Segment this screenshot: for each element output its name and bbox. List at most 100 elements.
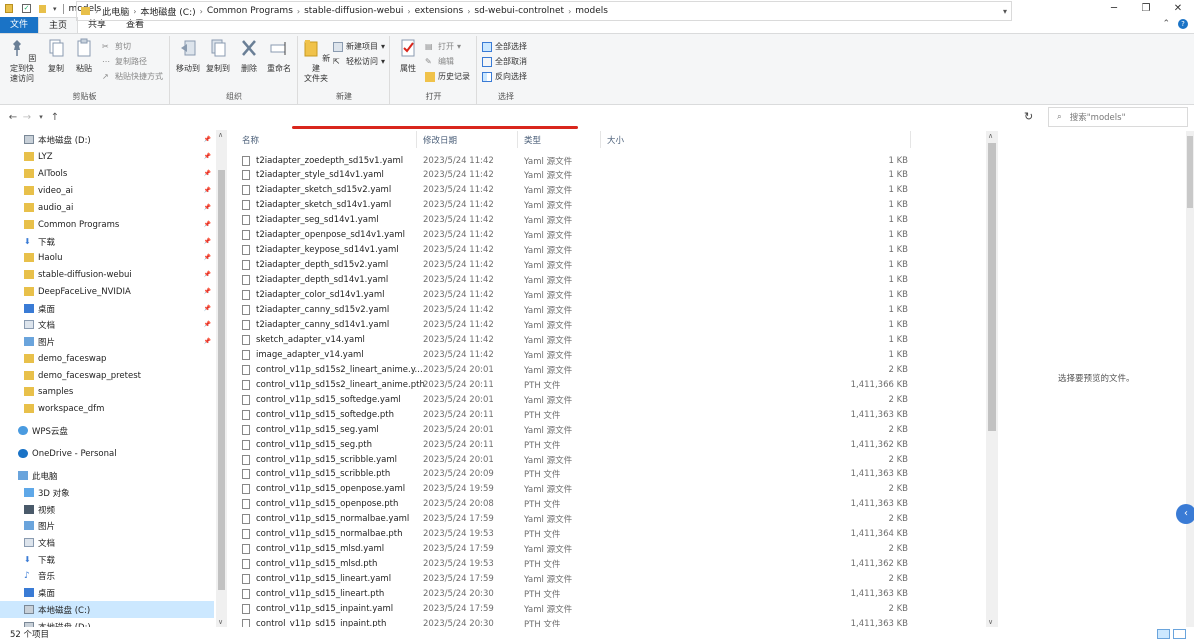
- nav-item[interactable]: OneDrive - Personal: [0, 445, 214, 462]
- move-to-button[interactable]: 移动到: [174, 38, 202, 74]
- select-none-button[interactable]: 全部取消: [482, 56, 527, 67]
- paste-button[interactable]: 粘贴: [72, 38, 96, 74]
- preview-scrollbar[interactable]: [1186, 131, 1194, 627]
- quick-access-dropdown-icon[interactable]: ▾: [53, 5, 57, 13]
- nav-item[interactable]: demo_faceswap_pretest: [0, 367, 214, 384]
- new-folder-quick-icon[interactable]: [39, 4, 46, 13]
- file-row[interactable]: control_v11p_sd15_inpaint.yaml 2023/5/24 …: [228, 602, 986, 617]
- file-row[interactable]: control_v11p_sd15s2_lineart_anime.y... 20…: [228, 362, 986, 377]
- address-history-chevron-icon[interactable]: ▾: [1003, 7, 1007, 16]
- preview-scrollbar-thumb[interactable]: [1187, 136, 1193, 208]
- column-divider[interactable]: [416, 131, 417, 148]
- column-divider[interactable]: [600, 131, 601, 148]
- nav-item[interactable]: AITools 📌: [0, 165, 214, 182]
- nav-item[interactable]: audio_ai 📌: [0, 199, 214, 216]
- address-bar[interactable]: › 此电脑 › 本地磁盘 (C:) › Common Programs › st…: [76, 1, 1012, 21]
- file-row[interactable]: control_v11p_sd15_lineart.yaml 2023/5/24 …: [228, 572, 986, 587]
- file-row[interactable]: control_v11p_sd15_softedge.pth 2023/5/24 …: [228, 407, 986, 422]
- nav-item[interactable]: Haolu 📌: [0, 249, 214, 266]
- file-row[interactable]: control_v11p_sd15_mlsd.yaml 2023/5/24 17:…: [228, 542, 986, 557]
- nav-item[interactable]: demo_faceswap: [0, 350, 214, 367]
- select-all-button[interactable]: 全部选择: [482, 41, 527, 52]
- column-divider[interactable]: [910, 131, 911, 148]
- file-list-scrollbar[interactable]: ∧ ∨: [986, 131, 998, 627]
- nav-item[interactable]: workspace_dfm: [0, 400, 214, 417]
- nav-scrollbar[interactable]: ∧ ∨: [216, 130, 227, 627]
- file-row[interactable]: control_v11p_sd15_seg.yaml 2023/5/24 20:0…: [228, 422, 986, 437]
- details-view-icon[interactable]: [1157, 629, 1170, 639]
- nav-item[interactable]: 图片 📌: [0, 333, 214, 350]
- breadcrumb-stable-diffusion-webui[interactable]: stable-diffusion-webui: [304, 6, 403, 16]
- new-item-button[interactable]: 新建项目 ▾: [333, 41, 385, 52]
- help-icon[interactable]: ?: [1178, 19, 1188, 29]
- file-row[interactable]: t2iadapter_color_sd14v1.yaml 2023/5/24 11…: [228, 288, 986, 303]
- recent-locations-button[interactable]: ▾: [34, 113, 48, 121]
- file-list-scrollbar-thumb[interactable]: [988, 143, 996, 431]
- file-row[interactable]: t2iadapter_keypose_sd14v1.yaml 2023/5/24 …: [228, 243, 986, 258]
- history-button[interactable]: 历史记录: [425, 71, 470, 82]
- large-icons-view-icon[interactable]: [1173, 629, 1186, 639]
- nav-item[interactable]: ⬇ 下载: [0, 551, 214, 568]
- scroll-up-icon[interactable]: ∧: [218, 131, 223, 139]
- maximize-button[interactable]: ❐: [1130, 0, 1162, 17]
- nav-item[interactable]: 视频: [0, 501, 214, 518]
- file-row[interactable]: control_v11p_sd15_scribble.yaml 2023/5/24…: [228, 452, 986, 467]
- paste-shortcut-button[interactable]: ↗ 粘贴快捷方式: [102, 71, 163, 82]
- breadcrumb-models[interactable]: models: [575, 6, 608, 16]
- file-row[interactable]: image_adapter_v14.yaml 2023/5/24 11:42 Yam…: [228, 347, 986, 362]
- pin-to-quick-access-button[interactable]: 固定到快 速访问: [4, 38, 40, 84]
- refresh-button[interactable]: ↻: [1024, 110, 1033, 123]
- nav-item[interactable]: 桌面: [0, 584, 214, 601]
- nav-item[interactable]: samples: [0, 383, 214, 400]
- side-panel-toggle-button[interactable]: ‹: [1176, 504, 1194, 524]
- nav-item[interactable]: 本地磁盘 (C:): [0, 601, 214, 618]
- delete-button[interactable]: 删除: [237, 38, 261, 74]
- file-row[interactable]: t2iadapter_depth_sd15v2.yaml 2023/5/24 11…: [228, 258, 986, 273]
- file-row[interactable]: t2iadapter_canny_sd15v2.yaml 2023/5/24 11…: [228, 303, 986, 318]
- nav-item[interactable]: 桌面 📌: [0, 300, 214, 317]
- column-date[interactable]: 修改日期: [423, 134, 457, 146]
- copy-path-button[interactable]: ⋯ 复制路径: [102, 56, 147, 67]
- file-row[interactable]: sketch_adapter_v14.yaml 2023/5/24 11:42 Ya…: [228, 332, 986, 347]
- nav-item[interactable]: stable-diffusion-webui 📌: [0, 266, 214, 283]
- breadcrumb-this-pc[interactable]: 此电脑: [102, 5, 129, 18]
- nav-item[interactable]: 图片: [0, 517, 214, 534]
- copy-button[interactable]: 复制: [44, 38, 68, 74]
- file-row[interactable]: control_v11p_sd15_normalbae.pth 2023/5/24…: [228, 527, 986, 542]
- nav-item[interactable]: 文档: [0, 534, 214, 551]
- rename-button[interactable]: 重命名: [265, 38, 293, 74]
- file-row[interactable]: t2iadapter_openpose_sd14v1.yaml 2023/5/24…: [228, 228, 986, 243]
- file-row[interactable]: control_v11p_sd15_openpose.pth 2023/5/24 …: [228, 497, 986, 512]
- file-row[interactable]: control_v11p_sd15_lineart.pth 2023/5/24 2…: [228, 587, 986, 602]
- cut-button[interactable]: ✂ 剪切: [102, 41, 131, 52]
- column-size[interactable]: 大小: [607, 134, 624, 146]
- minimize-button[interactable]: ─: [1098, 0, 1130, 17]
- nav-item[interactable]: 3D 对象: [0, 484, 214, 501]
- file-row[interactable]: t2iadapter_sketch_sd15v2.yaml 2023/5/24 1…: [228, 183, 986, 198]
- nav-item[interactable]: 此电脑: [0, 467, 214, 484]
- file-row[interactable]: t2iadapter_canny_sd14v1.yaml 2023/5/24 11…: [228, 317, 986, 332]
- scroll-down-icon[interactable]: ∨: [218, 618, 223, 626]
- file-row[interactable]: control_v11p_sd15_normalbae.yaml 2023/5/2…: [228, 512, 986, 527]
- forward-button[interactable]: →: [20, 112, 34, 123]
- nav-item[interactable]: LYZ 📌: [0, 148, 214, 165]
- ribbon-collapse-icon[interactable]: ⌃: [1162, 19, 1170, 29]
- close-button[interactable]: ✕: [1162, 0, 1194, 17]
- breadcrumb-drive-c[interactable]: 本地磁盘 (C:): [140, 5, 195, 18]
- nav-item[interactable]: video_ai 📌: [0, 182, 214, 199]
- file-row[interactable]: control_v11p_sd15_mlsd.pth 2023/5/24 19:5…: [228, 557, 986, 572]
- properties-button[interactable]: 属性: [395, 38, 421, 74]
- file-row[interactable]: control_v11p_sd15_softedge.yaml 2023/5/24…: [228, 392, 986, 407]
- file-row[interactable]: t2iadapter_sketch_sd14v1.yaml 2023/5/24 1…: [228, 198, 986, 213]
- file-row[interactable]: t2iadapter_depth_sd14v1.yaml 2023/5/24 11…: [228, 273, 986, 288]
- nav-item[interactable]: DeepFaceLive_NVIDIA 📌: [0, 283, 214, 300]
- properties-quick-icon[interactable]: ✓: [22, 4, 31, 13]
- breadcrumb-extensions[interactable]: extensions: [415, 6, 464, 16]
- nav-item[interactable]: 文档 📌: [0, 316, 214, 333]
- tab-home[interactable]: 主页: [38, 17, 79, 33]
- nav-item[interactable]: ♪ 音乐: [0, 567, 214, 584]
- tab-file[interactable]: 文件: [0, 17, 38, 33]
- back-button[interactable]: ←: [6, 112, 20, 123]
- column-divider[interactable]: [517, 131, 518, 148]
- up-button[interactable]: ↑: [48, 112, 62, 123]
